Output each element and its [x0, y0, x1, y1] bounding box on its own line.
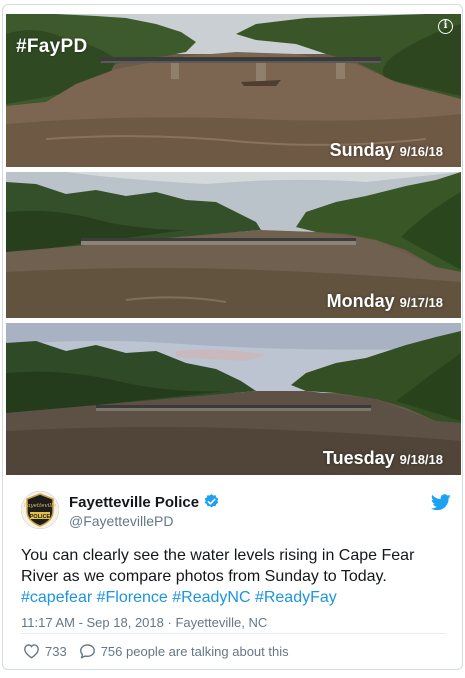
hashtag-link[interactable]: #ReadyFay: [255, 589, 337, 606]
conversation-link[interactable]: 756 people are talking about this: [101, 644, 289, 659]
photo-date-label: Tuesday 9/18/18: [323, 448, 443, 469]
like-count[interactable]: 733: [45, 644, 67, 659]
divider: [21, 633, 446, 634]
photo-date: 9/17/18: [399, 295, 443, 310]
photo-date: 9/18/18: [399, 452, 443, 467]
hashtag-link[interactable]: #Florence: [97, 589, 168, 606]
info-icon[interactable]: i: [438, 19, 453, 34]
photo-date-label: Sunday 9/16/18: [330, 140, 443, 161]
photo-date-label: Monday 9/17/18: [327, 291, 443, 312]
avatar-text-bottom: POLICE: [30, 514, 51, 520]
avatar-text-top: Fayetteville: [23, 503, 57, 509]
river-photo-monday[interactable]: Monday 9/17/18: [6, 172, 461, 318]
author-name-text[interactable]: Fayetteville Police: [69, 494, 199, 511]
tweet-body: You can clearly see the water levels ris…: [21, 547, 415, 585]
river-photo-sunday[interactable]: #FayPD i Sunday 9/16/18: [6, 14, 461, 167]
heart-icon[interactable]: [23, 643, 40, 659]
verified-badge-icon: [204, 494, 219, 508]
twitter-bird-icon[interactable]: [431, 494, 451, 511]
photo-day: Tuesday: [322, 448, 395, 468]
speech-bubble-icon[interactable]: [79, 643, 96, 659]
fay-pd-hashtag-overlay: #FayPD: [16, 36, 88, 57]
tweet-author[interactable]: Fayetteville POLICE Fayetteville Police …: [21, 489, 451, 533]
author-name[interactable]: Fayetteville Police: [69, 493, 220, 511]
tweet-meta: 11:17 AM - Sep 18, 2018 · Fayetteville, …: [21, 615, 267, 630]
hashtag-link[interactable]: #capefear: [21, 589, 92, 606]
hashtag-link[interactable]: #ReadyNC: [172, 589, 250, 606]
tweet-media[interactable]: #FayPD i Sunday 9/16/18 Monday 9/17/18 T…: [6, 14, 461, 475]
tweet-actions: 733 756 people are talking about this: [23, 642, 289, 660]
avatar[interactable]: Fayetteville POLICE: [21, 491, 59, 529]
photo-day: Sunday: [329, 140, 395, 160]
river-photo-tuesday[interactable]: Tuesday 9/18/18: [6, 323, 461, 475]
tweet-timestamp[interactable]: 11:17 AM - Sep 18, 2018: [21, 615, 164, 630]
embedded-tweet-card: #FayPD i Sunday 9/16/18 Monday 9/17/18 T…: [2, 4, 463, 670]
photo-day: Monday: [326, 291, 395, 311]
meta-separator: ·: [167, 615, 172, 630]
police-badge-icon: Fayetteville POLICE: [21, 491, 59, 529]
author-handle[interactable]: @FayettevillePD: [69, 513, 173, 529]
photo-date: 9/16/18: [399, 144, 443, 159]
tweet-location[interactable]: Fayetteville, NC: [175, 615, 267, 630]
tweet-text: You can clearly see the water levels ris…: [21, 545, 451, 608]
